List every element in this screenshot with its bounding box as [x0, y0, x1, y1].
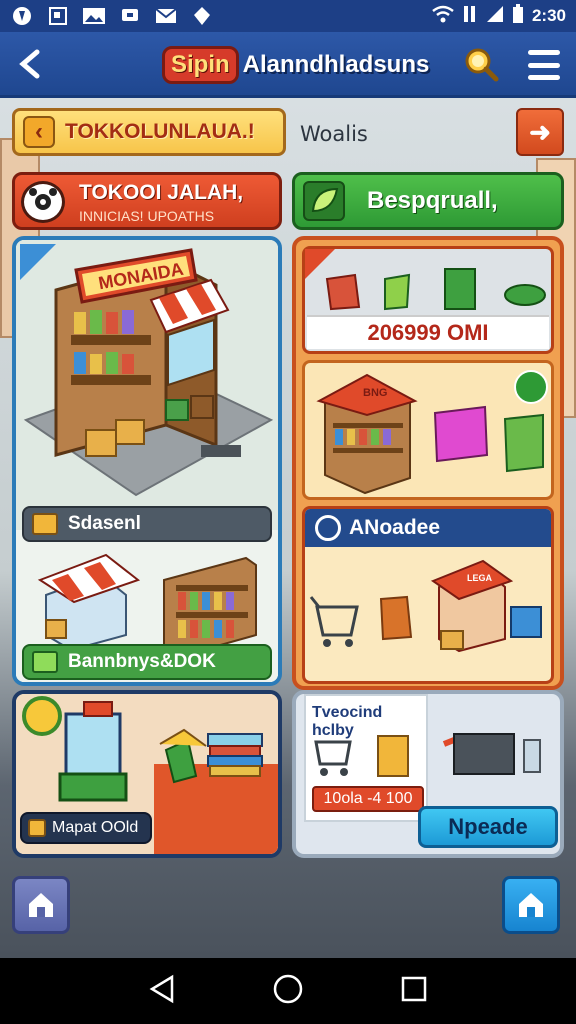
app-bar: Sipin Alanndhladsuns [0, 32, 576, 98]
image-icon [46, 6, 70, 26]
shop-panel: 206999 OMI BNG ANoadee LEGA [292, 236, 564, 690]
app-title: Sipin Alanndhladsuns [162, 44, 429, 86]
shop-card[interactable]: ANoadee LEGA [302, 506, 554, 684]
next-button[interactable]: ➜ [516, 108, 564, 156]
store-panel[interactable]: MONAIDA Sdasenl Bannbnys&DOK [12, 236, 282, 686]
info-icon [315, 515, 341, 541]
promo-panel: Tveocind hclby 10ola -4 100 Npeade [292, 690, 564, 858]
nav-recents-button[interactable] [400, 975, 428, 1008]
back-icon [19, 49, 40, 78]
arrow-left-icon: ‹ [23, 116, 55, 148]
mail-icon [154, 6, 178, 26]
app-icon [10, 6, 34, 26]
machine-label: Mapat OOld [52, 819, 139, 836]
nav-back-button[interactable] [148, 974, 176, 1009]
machine-strip: Mapat OOld [20, 812, 152, 844]
app-title-badge: Sipin [162, 46, 239, 84]
goods-sign: BNG [363, 387, 388, 399]
world-label: Woalis [300, 122, 368, 146]
back-button[interactable] [0, 31, 60, 97]
special-header-title: Bespqruall, [367, 187, 498, 214]
battery-icon [512, 3, 524, 29]
item-price-card[interactable]: 206999 OMI [302, 246, 554, 354]
nav-home-button[interactable] [272, 973, 304, 1010]
store-header-subtitle: INNICIAS! UPOATHS [79, 208, 215, 224]
store-banner-text: TOKKOLUNLAUA.! [65, 120, 255, 143]
signal-icon [486, 5, 504, 28]
app-title-text: Alanndhladsuns [242, 51, 430, 78]
store-illustration [16, 240, 278, 682]
square-recents-icon [401, 976, 427, 1001]
folder-icon [32, 513, 58, 535]
home-icon [519, 893, 543, 917]
machine-panel[interactable]: Mapat OOld [12, 690, 282, 858]
store-header[interactable]: TOKOOI JALAH, INNICIAS! UPOATHS [12, 172, 282, 230]
menu-button[interactable] [528, 50, 560, 80]
items-row [305, 249, 546, 311]
coin-icon [28, 819, 46, 837]
location-icon [190, 6, 214, 26]
promo-card[interactable]: Tveocind hclby 10ola -4 100 [304, 694, 428, 822]
leaf-icon [303, 181, 345, 221]
photo-icon [82, 6, 106, 26]
home-button-right[interactable] [502, 876, 560, 934]
promo-price: 10ola -4 100 [312, 786, 424, 812]
home-button-left[interactable] [12, 876, 70, 934]
mute-icon [462, 5, 478, 28]
store-mid-label: Sdasenl [68, 513, 141, 534]
leaf-badge-icon [514, 370, 548, 404]
search-button[interactable] [462, 46, 500, 84]
crate-illustration [442, 733, 541, 775]
store-bottom-label: Bannbnys&DOK [68, 651, 216, 672]
status-bar: 2:30 [0, 0, 576, 32]
shop-illustration [309, 559, 542, 653]
star-badge-icon [22, 696, 62, 736]
system-nav-bar [0, 958, 576, 1024]
goods-card[interactable]: BNG [302, 360, 554, 500]
shop-card-title-text: ANoadee [349, 516, 441, 539]
message-icon [118, 6, 142, 26]
arrow-right-icon: ➜ [529, 116, 551, 147]
triangle-back-icon [149, 974, 174, 1003]
store-mid-strip[interactable]: Sdasenl [22, 506, 272, 542]
home-icon [29, 893, 53, 917]
search-icon [465, 48, 499, 82]
goods-illustration [316, 370, 548, 495]
clock: 2:30 [531, 6, 566, 25]
wifi-icon [432, 5, 454, 28]
coin-icon [32, 651, 58, 673]
item-price: 206999 OMI [307, 315, 549, 349]
store-banner[interactable]: ‹ TOKKOLUNLAUA.! [12, 108, 286, 156]
shop-card-title: ANoadee [305, 509, 551, 547]
store-header-title: TOKOOI JALAH, [79, 181, 244, 204]
circle-home-icon [273, 974, 303, 1003]
upgrade-button[interactable]: Npeade [418, 806, 558, 848]
panda-icon [21, 181, 65, 223]
menu-icon [528, 50, 560, 55]
shop-sign: LEGA [467, 573, 493, 583]
store-bottom-strip[interactable]: Bannbnys&DOK [22, 644, 272, 680]
game-screen: ‹ TOKKOLUNLAUA.! Woalis ➜ TOKOOI JALAH, … [0, 98, 576, 958]
special-header[interactable]: Bespqruall, [292, 172, 564, 230]
promo-items [314, 735, 409, 777]
